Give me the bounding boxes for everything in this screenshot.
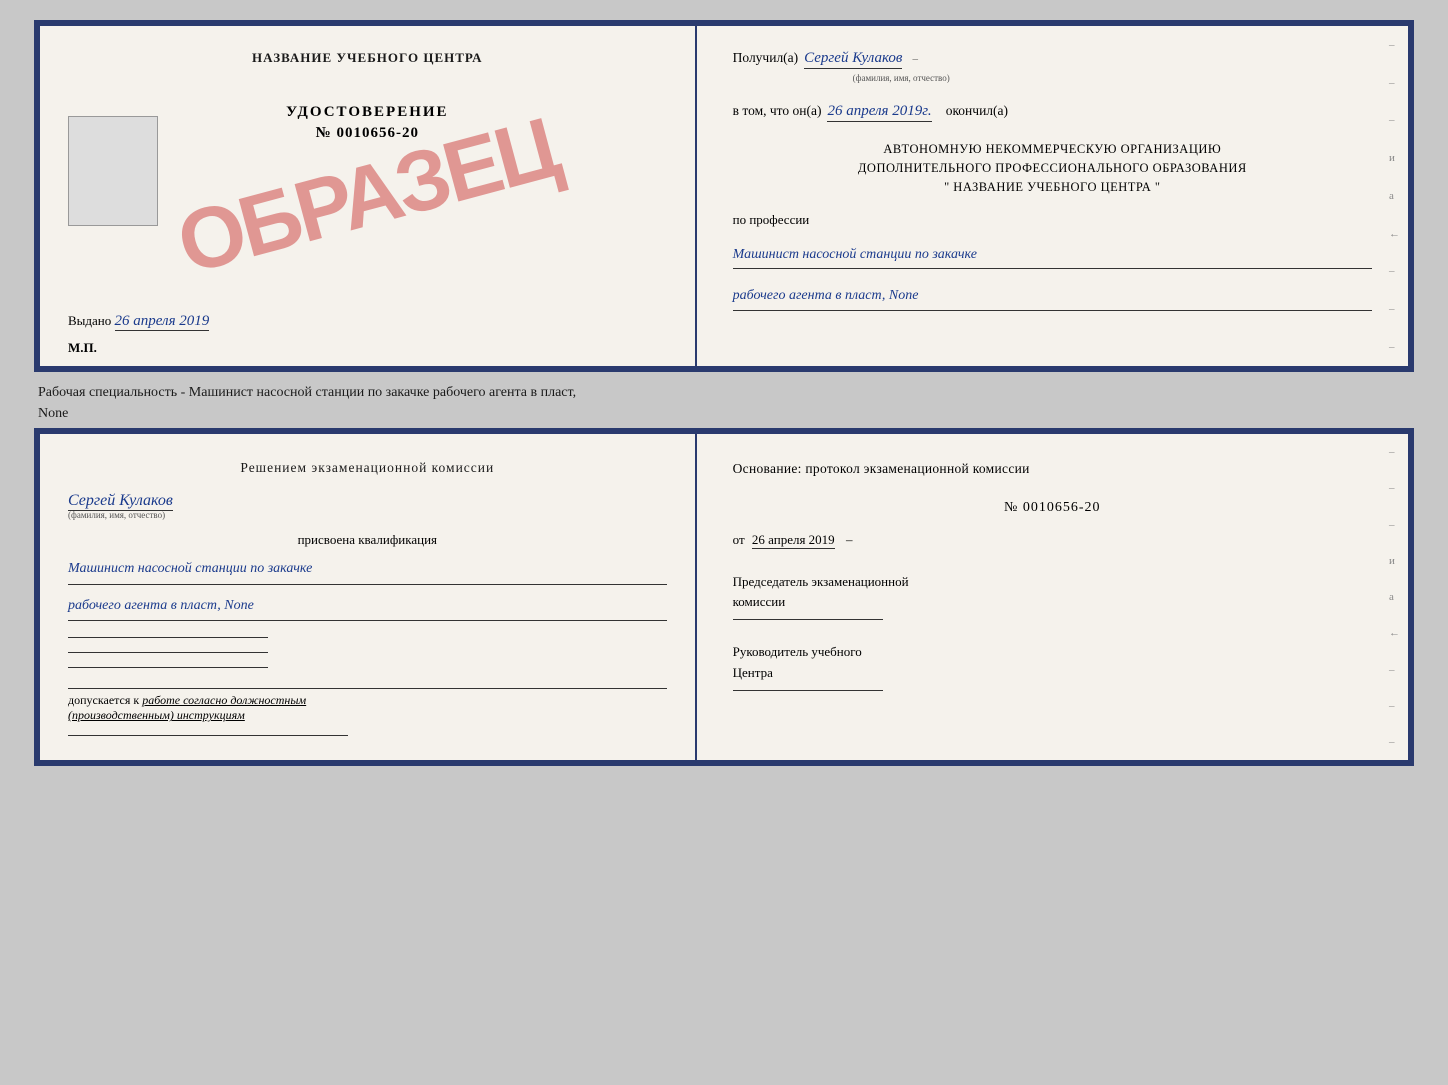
pro-text2: рабочего агента в пласт, None	[733, 283, 1372, 310]
cert-bottom-right: Основание: протокол экзаменационной коми…	[697, 434, 1408, 760]
predsed-label2: комиссии	[733, 592, 1372, 613]
okoncil-label: окончил(а)	[946, 103, 1008, 119]
ot-dash: –	[846, 532, 853, 547]
right-dashes2: –––иа←–––	[1389, 434, 1400, 760]
osnov-label: Основание: протокол экзаменационной коми…	[733, 461, 1030, 476]
sign-line-1	[68, 637, 268, 638]
org-line3: " НАЗВАНИЕ УЧЕБНОГО ЦЕНТРА "	[733, 178, 1372, 197]
org-line2: ДОПОЛНИТЕЛЬНОГО ПРОФЕССИОНАЛЬНОГО ОБРАЗО…	[733, 159, 1372, 178]
poluchil-row: Получил(а) Сергей Кулаков –	[733, 50, 1372, 69]
vydano-date: 26 апреля 2019	[115, 313, 210, 331]
middle-line2: None	[38, 403, 1410, 424]
name-dash: –	[912, 53, 918, 65]
org-block: АВТОНОМНУЮ НЕКОММЕРЧЕСКУЮ ОРГАНИЗАЦИЮ ДО…	[733, 140, 1372, 196]
predsed-label: Председатель экзаменационной	[733, 572, 1372, 593]
osnovaniye-block: Основание: протокол экзаменационной коми…	[733, 458, 1372, 480]
ot-date: 26 апреля 2019	[752, 532, 835, 549]
pro-text1: Машинист насосной станции по закачке	[733, 242, 1372, 269]
bottom-title: Решением экзаменационной комиссии	[68, 458, 667, 478]
dop-italic1: работе согласно должностным	[142, 693, 306, 707]
qual-text2: рабочего агента в пласт, None	[68, 593, 667, 622]
udostoverenie-title: УДОСТОВЕРЕНИЕ	[286, 104, 449, 121]
vtom-date: 26 апреля 2019г.	[827, 103, 931, 122]
org-line1: АВТОНОМНУЮ НЕКОММЕРЧЕСКУЮ ОРГАНИЗАЦИЮ	[733, 140, 1372, 159]
top-center-title: НАЗВАНИЕ УЧЕБНОГО ЦЕНТРА	[252, 50, 483, 66]
vtom-label: в том, что он(а)	[733, 103, 822, 119]
predsed-sign-line	[733, 619, 883, 620]
middle-line1: Рабочая специальность - Машинист насосно…	[38, 382, 1410, 403]
vydano-line: Выдано 26 апреля 2019	[68, 313, 209, 330]
dop-text: допускается к	[68, 693, 139, 707]
mp-line: М.П.	[68, 340, 97, 356]
udostoverenie-number: № 0010656-20	[286, 125, 449, 142]
rukov-label2: Центра	[733, 663, 1372, 684]
bottom-name: Сергей Кулаков	[68, 492, 173, 511]
dop-italic2: (производственным) инструкциям	[68, 708, 245, 722]
rukov-label: Руководитель учебного	[733, 642, 1372, 663]
protocol-number: № 0010656-20	[733, 500, 1372, 516]
udostoverenie-block: УДОСТОВЕРЕНИЕ № 0010656-20	[286, 104, 449, 142]
dop-sign-line	[68, 735, 348, 736]
bottom-name-block: Сергей Кулаков (фамилия, имя, отчество)	[68, 492, 667, 520]
rukov-block: Руководитель учебного Центра	[733, 642, 1372, 691]
cert-top-right: Получил(а) Сергей Кулаков – (фамилия, им…	[697, 26, 1408, 366]
vtom-row: в том, что он(а) 26 апреля 2019г. окончи…	[733, 103, 1372, 122]
sign-line-2	[68, 652, 268, 653]
sign-line-3	[68, 667, 268, 668]
cert-bottom-left: Решением экзаменационной комиссии Сергей…	[40, 434, 697, 760]
predsed-block: Председатель экзаменационной комиссии	[733, 572, 1372, 621]
right-dashes: –––иа←–––	[1389, 26, 1400, 366]
middle-text: Рабочая специальность - Машинист насосно…	[34, 372, 1414, 428]
poluchil-name: Сергей Кулаков	[804, 50, 902, 69]
pris-label: присвоена квалификация	[68, 532, 667, 548]
pro-label: по профессии	[733, 212, 1372, 228]
name-hint: (фамилия, имя, отчество)	[853, 73, 1372, 83]
cert-top-left: НАЗВАНИЕ УЧЕБНОГО ЦЕНТРА ОБРАЗЕЦ УДОСТОВ…	[40, 26, 697, 366]
certificate-bottom: Решением экзаменационной комиссии Сергей…	[34, 428, 1414, 766]
bottom-sign-lines	[68, 637, 667, 668]
dopuskaetsya-block: допускается к работе согласно должностны…	[68, 688, 667, 723]
certificate-top: НАЗВАНИЕ УЧЕБНОГО ЦЕНТРА ОБРАЗЕЦ УДОСТОВ…	[34, 20, 1414, 372]
qual-text1: Машинист насосной станции по закачке	[68, 556, 667, 585]
ot-line: от 26 апреля 2019 –	[733, 532, 1372, 548]
rukov-sign-line	[733, 690, 883, 691]
ot-label: от	[733, 532, 745, 547]
vydano-label: Выдано	[68, 313, 111, 328]
bottom-name-hint: (фамилия, имя, отчество)	[68, 510, 667, 520]
poluchil-label: Получил(а)	[733, 50, 799, 66]
photo-placeholder	[68, 116, 158, 226]
